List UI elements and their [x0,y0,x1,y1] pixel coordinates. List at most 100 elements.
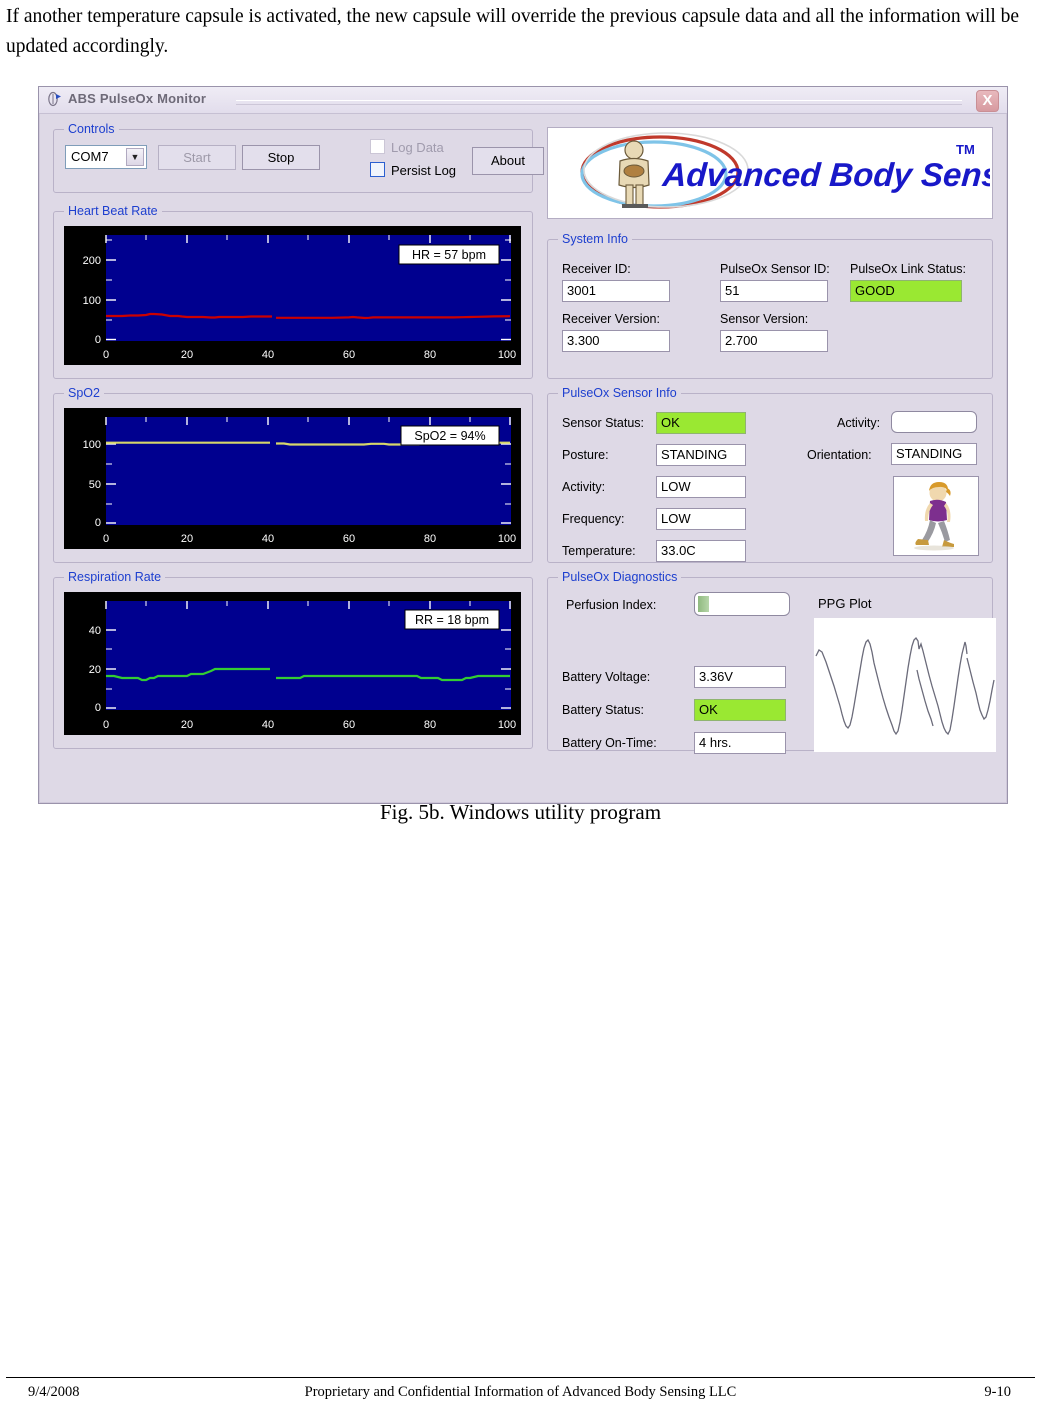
svg-text:100: 100 [498,349,516,361]
svg-text:0: 0 [103,349,109,361]
activity-field[interactable]: LOW [656,476,746,498]
svg-text:SpO2 = 94%: SpO2 = 94% [414,429,485,443]
battery-ontime-field[interactable]: 4 hrs. [694,732,786,754]
battery-voltage-label: Battery Voltage: [562,670,651,684]
rr-annotation: RR = 18 bpm [404,609,500,630]
receiver-id-field[interactable]: 3001 [562,280,670,302]
app-icon [48,91,63,107]
respiration-rate-plot: 40 20 0 0 20 40 60 80 100 RR = 18 bpm [89,601,516,731]
svg-text:0: 0 [103,719,109,731]
receiver-version-field[interactable]: 3.300 [562,330,670,352]
heart-beat-rate-group: Heart Beat Rate 200 100 0 0 20 40 60 80 … [53,204,533,379]
spo2-group: SpO2 100 50 0 0 20 40 60 80 100 SpO2 = 9… [53,386,533,563]
sensor-status-value: OK [656,412,746,434]
posture-field[interactable]: STANDING [656,444,746,466]
footer-date: 9/4/2008 [28,1384,80,1400]
heart-beat-rate-plot: 200 100 0 0 20 40 60 80 100 HR = 57 bpm [83,235,516,361]
perfusion-index-label: Perfusion Index: [566,598,657,612]
svg-text:20: 20 [181,533,193,545]
spo2-legend: SpO2 [64,386,104,400]
svg-text:RR = 18 bpm: RR = 18 bpm [415,613,489,627]
svg-text:100: 100 [83,439,101,451]
pulseox-diagnostics-group: PulseOx Diagnostics Perfusion Index: Bat… [547,570,996,754]
respiration-rate-chart: 40 20 0 0 20 40 60 80 100 RR = 18 bpm [64,592,521,735]
svg-text:20: 20 [181,349,193,361]
footer-page-number: 9-10 [984,1384,1011,1400]
respiration-rate-group: Respiration Rate 40 20 0 0 20 40 60 80 1… [53,570,533,749]
spo2-chart: 100 50 0 0 20 40 60 80 100 SpO2 = 94% [64,408,521,549]
battery-voltage-field[interactable]: 3.36V [694,666,786,688]
temperature-label: Temperature: [562,544,636,558]
start-button[interactable]: Start [158,145,236,170]
svg-text:40: 40 [262,533,274,545]
hr-annotation: HR = 57 bpm [398,244,500,265]
system-info-group: System Info Receiver ID: 3001 PulseOx Se… [547,232,993,379]
footer-divider [6,1377,1035,1378]
pulseox-sensor-id-label: PulseOx Sensor ID: [720,262,830,276]
frequency-field[interactable]: LOW [656,508,746,530]
battery-status-label: Battery Status: [562,703,644,717]
perfusion-index-fill [698,596,709,612]
brand-logo: Advanced Body Sensing TM [547,127,993,219]
orientation-label: Orientation: [807,448,872,462]
svg-text:80: 80 [424,719,436,731]
pulseox-diagnostics-legend: PulseOx Diagnostics [558,570,682,584]
com-port-select[interactable]: COM7 ▼ [65,145,147,169]
svg-text:200: 200 [83,255,101,267]
svg-text:40: 40 [89,625,101,637]
sensor-status-label: Sensor Status: [562,416,644,430]
activity-label: Activity: [562,480,606,494]
controls-legend: Controls [64,122,119,136]
footer-center-text: Proprietary and Confidential Information… [304,1384,737,1400]
document-page: If another temperature capsule is activa… [0,0,1041,1407]
page-footer: Proprietary and Confidential Information… [6,1384,1035,1404]
spo2-plot: 100 50 0 0 20 40 60 80 100 SpO2 = 94% [83,417,516,545]
svg-text:80: 80 [424,533,436,545]
com-port-value: COM7 [71,149,109,164]
close-icon[interactable]: X [976,90,999,112]
svg-text:60: 60 [343,349,355,361]
receiver-version-label: Receiver Version: [562,312,660,326]
advanced-body-sensing-logo: Advanced Body Sensing TM [580,132,992,209]
system-info-legend: System Info [558,232,632,246]
human-figure-icon [618,140,650,208]
persist-log-label: Persist Log [391,163,457,178]
spo2-annotation: SpO2 = 94% [400,425,500,446]
walking-person-icon [893,476,979,556]
sensor-version-field[interactable]: 2.700 [720,330,828,352]
sensor-version-label: Sensor Version: [720,312,809,326]
activity-secondary-field[interactable] [891,411,977,433]
orientation-field[interactable]: STANDING [891,443,977,465]
ppg-plot-title: PPG Plot [818,596,872,611]
perfusion-index-gauge [694,592,790,616]
svg-text:60: 60 [343,719,355,731]
window-title: ABS PulseOx Monitor [68,91,207,106]
about-button[interactable]: About [472,147,544,175]
chevron-down-icon[interactable]: ▼ [126,148,144,166]
svg-text:0: 0 [95,702,101,714]
svg-text:0: 0 [95,517,101,529]
svg-text:40: 40 [262,349,274,361]
ppg-plot [814,618,996,752]
svg-text:50: 50 [89,479,101,491]
persist-log-checkbox[interactable] [370,162,385,177]
trademark-symbol: TM [956,142,975,157]
pulseox-sensor-info-group: PulseOx Sensor Info Sensor Status: OK Po… [547,386,993,563]
temperature-field[interactable]: 33.0C [656,540,746,562]
svg-text:100: 100 [498,533,516,545]
pulseox-link-status-label: PulseOx Link Status: [850,262,967,276]
svg-text:HR = 57 bpm: HR = 57 bpm [412,248,486,262]
stop-button[interactable]: Stop [242,145,320,170]
respiration-rate-legend: Respiration Rate [64,570,166,584]
pulseox-link-status-value: GOOD [850,280,962,302]
svg-text:60: 60 [343,533,355,545]
pulseox-sensor-id-field[interactable]: 51 [720,280,828,302]
figure-caption: Fig. 5b. Windows utility program [379,800,662,824]
window-titlebar: ABS PulseOx Monitor X [39,87,1007,114]
svg-text:100: 100 [498,719,516,731]
log-data-checkbox[interactable] [370,139,385,154]
svg-text:100: 100 [83,295,101,307]
svg-text:80: 80 [424,349,436,361]
svg-text:20: 20 [181,719,193,731]
ppg-waveform [814,618,996,752]
